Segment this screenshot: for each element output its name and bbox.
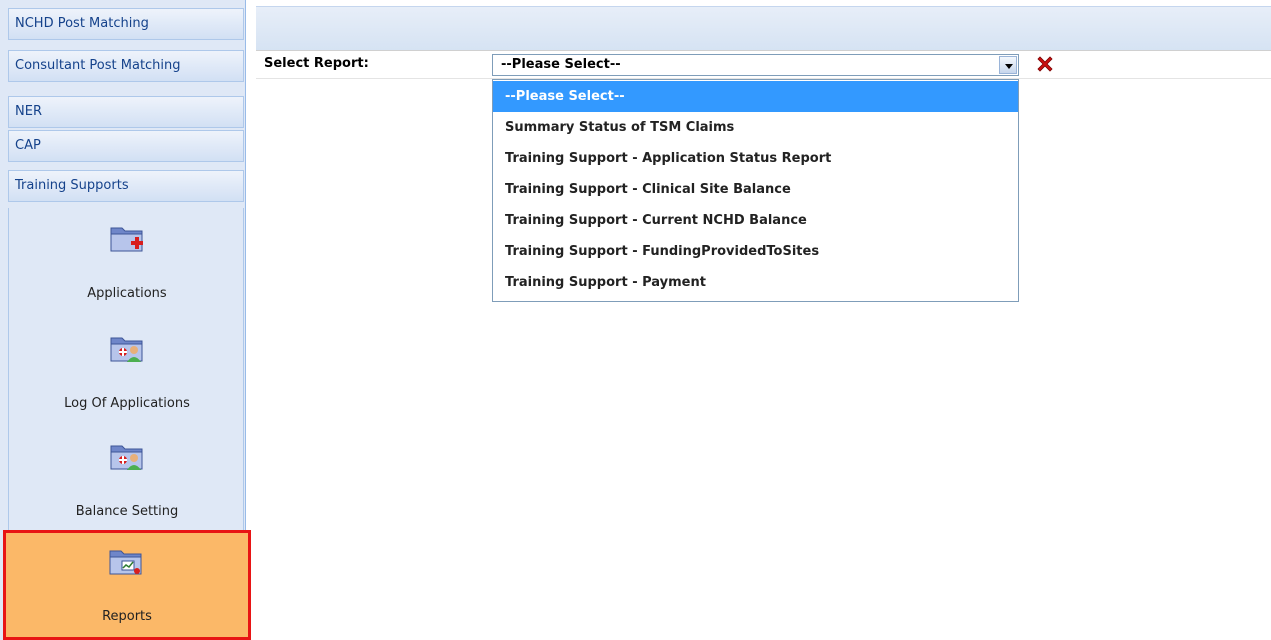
report-dropdown-list: --Please Select-- Summary Status of TSM …	[492, 79, 1019, 302]
nav-item-label: Reports	[102, 609, 152, 624]
folder-report-icon	[109, 550, 142, 575]
dropdown-option[interactable]: Training Support - Application Status Re…	[493, 143, 1018, 174]
sidebar: NCHD Post Matching Consultant Post Match…	[0, 0, 251, 640]
dropdown-option[interactable]: Summary Status of TSM Claims	[493, 112, 1018, 143]
section-cap[interactable]: CAP	[8, 130, 244, 162]
report-select[interactable]: --Please Select--	[492, 54, 1019, 76]
nav-item-label: Balance Setting	[75, 504, 179, 519]
nav-item-log-of-applications[interactable]: Log Of Applications	[9, 332, 245, 428]
dropdown-option[interactable]: Training Support - Payment	[493, 267, 1018, 298]
nav-item-label: Applications	[87, 286, 167, 301]
nav-item-balance-setting[interactable]: Balance Setting	[9, 440, 245, 536]
nav-item-label: Log Of Applications	[64, 396, 190, 411]
select-report-label: Select Report:	[264, 56, 369, 71]
dropdown-option[interactable]: Training Support - Current NCHD Balance	[493, 205, 1018, 236]
toolbar	[256, 6, 1271, 50]
dropdown-option[interactable]: Training Support - Clinical Site Balance	[493, 174, 1018, 205]
section-training-supports[interactable]: Training Supports	[8, 170, 244, 202]
chevron-down-icon[interactable]	[999, 56, 1017, 74]
section-ner[interactable]: NER	[8, 96, 244, 128]
folder-user-icon	[110, 337, 143, 362]
section-nchd-post-matching[interactable]: NCHD Post Matching	[8, 8, 244, 40]
report-selector-row: Select Report: --Please Select--	[256, 50, 1271, 79]
nav-item-applications[interactable]: Applications	[9, 222, 245, 318]
dropdown-option[interactable]: --Please Select--	[493, 81, 1018, 112]
section-consultant-post-matching[interactable]: Consultant Post Matching	[8, 50, 244, 82]
dropdown-option[interactable]: Training Support - FundingProvidedToSite…	[493, 236, 1018, 267]
report-select-value: --Please Select--	[501, 57, 621, 72]
nav-item-reports[interactable]: Reports	[3, 530, 251, 640]
folder-user-icon	[110, 445, 143, 470]
close-icon[interactable]	[1035, 54, 1055, 74]
folder-add-icon	[110, 227, 143, 252]
